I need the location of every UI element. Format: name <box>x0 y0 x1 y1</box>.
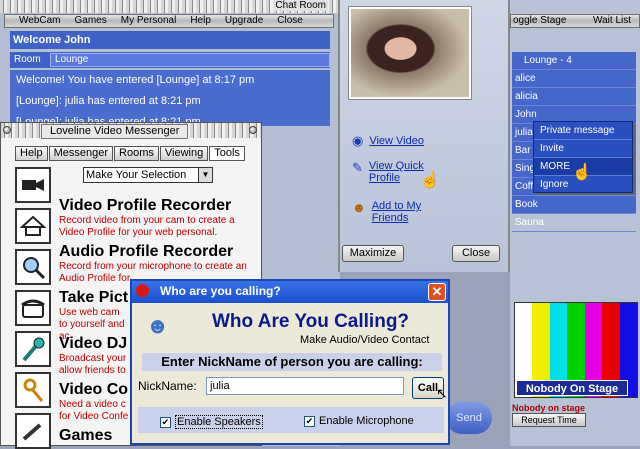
tab-tools[interactable]: Tools <box>209 146 245 161</box>
welcome-text: Welcome John <box>13 34 91 46</box>
enable-microphone-label: Enable Microphone <box>319 415 414 427</box>
add-friends-row[interactable]: ☻ Add to My Friends <box>352 200 452 224</box>
checkbox-checked-icon: ✔ <box>160 416 171 428</box>
stage-panel: oggle Stage Wait List Lounge - 4 alice a… <box>510 0 640 446</box>
house-icon[interactable] <box>15 208 51 244</box>
selection-value: Make Your Selection <box>86 169 187 181</box>
room-row: Room Lounge <box>10 52 330 68</box>
contacts-icon: ☻ <box>146 313 170 338</box>
window-knob-icon <box>3 126 11 134</box>
dialog-subheading: Make Audio/Video Contact <box>300 334 430 346</box>
webcam-image[interactable] <box>351 9 469 97</box>
view-video-link[interactable]: View Video <box>369 135 424 147</box>
user-item[interactable]: Book <box>512 196 636 214</box>
tool-title: Video Profile Recorder <box>59 197 232 214</box>
messenger-title-bar: Loveline Video Messenger <box>1 123 261 139</box>
video-panel: ◉ View Video ✎ View Quick Profile ☝ ☻ Ad… <box>338 0 510 272</box>
room-label: Room <box>14 54 41 65</box>
room-select[interactable]: Lounge <box>50 53 330 67</box>
maximize-button[interactable]: Maximize <box>342 245 404 262</box>
close-video-button[interactable]: Close <box>452 245 500 262</box>
chat-log[interactable]: Welcome! You have entered [Lounge] at 8:… <box>10 70 330 128</box>
chat-message: [Lounge]: julia has entered at 8:21 pm <box>16 95 201 107</box>
view-video-row[interactable]: ◉ View Video <box>352 133 424 149</box>
video-camera-icon[interactable] <box>15 167 51 203</box>
call-dialog: Who are you calling? ✕ ☻ Who Are You Cal… <box>130 279 450 445</box>
dialog-title: Who are you calling? <box>160 284 281 298</box>
user-item[interactable]: Sauna <box>512 214 636 232</box>
menu-close[interactable]: Close <box>277 15 303 27</box>
apple-icon <box>136 284 149 297</box>
menu-games[interactable]: Games <box>75 15 107 27</box>
hand-cursor-icon: ☝ <box>572 164 592 181</box>
user-item[interactable]: alice <box>512 70 636 88</box>
invite-item[interactable]: Invite <box>534 140 632 158</box>
chat-menu-bar: WebCam Games My Personal Help Upgrade Cl… <box>4 14 334 28</box>
chevron-down-icon: ▼ <box>198 168 212 182</box>
tab-rooms[interactable]: Rooms <box>114 146 159 161</box>
stage-menu-bar: oggle Stage Wait List <box>510 14 640 28</box>
telephone-icon[interactable] <box>15 290 51 326</box>
dialog-title-bar: Who are you calling? ✕ <box>132 281 448 303</box>
room-header: Lounge - 4 <box>512 52 636 70</box>
toggle-stage-menu[interactable]: oggle Stage <box>513 15 566 27</box>
friends-icon: ☻ <box>352 200 366 215</box>
tool-desc: Record video from your cam to create a V… <box>59 215 235 238</box>
pencil-icon: ✎ <box>352 160 363 175</box>
user-item[interactable]: alicia <box>512 88 636 106</box>
enable-speakers-label: Enable Speakers <box>175 415 263 429</box>
welcome-bar: Welcome John <box>10 31 330 49</box>
add-to-my-friends-link[interactable]: Add to My Friends <box>372 200 452 224</box>
messenger-title: Loveline Video Messenger <box>41 124 189 139</box>
nickname-input[interactable]: julia <box>206 377 404 395</box>
wrench-icon[interactable] <box>15 413 51 449</box>
tool-title: Audio Profile Recorder <box>59 243 234 260</box>
arrow-cursor-icon: ↖ <box>436 385 448 401</box>
nickname-label: NickName: <box>138 379 197 393</box>
messenger-tabs: Help Messenger Rooms Viewing Tools <box>15 146 246 161</box>
wait-list-menu[interactable]: Wait List <box>593 15 631 27</box>
webcam-frame <box>348 6 472 100</box>
chat-window-title: Chat Room <box>273 0 328 11</box>
chat-title-bar: Chat Room <box>0 0 340 13</box>
menu-webcam[interactable]: WebCam <box>19 15 61 27</box>
checkbox-checked-icon: ✔ <box>304 415 315 427</box>
microphone-icon[interactable] <box>15 331 51 367</box>
window-knob-icon <box>249 126 257 134</box>
tool-desc: Need a video c for Video Confe <box>59 399 129 422</box>
enable-microphone-checkbox[interactable]: ✔ Enable Microphone <box>304 415 414 427</box>
menu-my-personal[interactable]: My Personal <box>121 15 177 27</box>
selection-dropdown[interactable]: Make Your Selection ▼ <box>83 167 213 183</box>
tool-item-video-profile[interactable]: Video Profile Recorder Record video from… <box>59 197 259 243</box>
send-button[interactable]: Send <box>446 402 492 434</box>
private-message-item[interactable]: Private message <box>534 122 632 140</box>
tab-help[interactable]: Help <box>15 146 48 161</box>
tab-messenger[interactable]: Messenger <box>48 146 114 161</box>
hand-cursor-icon: ☝ <box>420 172 440 189</box>
menu-help[interactable]: Help <box>190 15 211 27</box>
stage-status: Nobody on stage <box>512 403 586 413</box>
tab-viewing[interactable]: Viewing <box>159 146 209 161</box>
enable-speakers-checkbox[interactable]: ✔ Enable Speakers <box>160 415 263 429</box>
tool-icon-column <box>15 167 55 449</box>
dialog-heading: Who Are You Calling? <box>212 311 410 332</box>
dialog-prompt: Enter NickName of person you are calling… <box>142 353 442 371</box>
user-context-menu: Private message Invite MORE Ignore <box>533 121 633 193</box>
tools-icon[interactable] <box>15 372 51 408</box>
chat-message: Welcome! You have entered [Lounge] at 8:… <box>16 74 255 86</box>
tool-desc: Broadcast your allow friends to <box>59 353 127 376</box>
camera-link-icon: ◉ <box>352 133 364 148</box>
menu-upgrade[interactable]: Upgrade <box>225 15 263 27</box>
magnifier-icon[interactable] <box>15 249 51 285</box>
request-time-button[interactable]: Request Time <box>512 413 586 427</box>
close-icon[interactable]: ✕ <box>428 283 446 301</box>
nobody-on-stage-banner: Nobody On Stage <box>516 380 628 396</box>
